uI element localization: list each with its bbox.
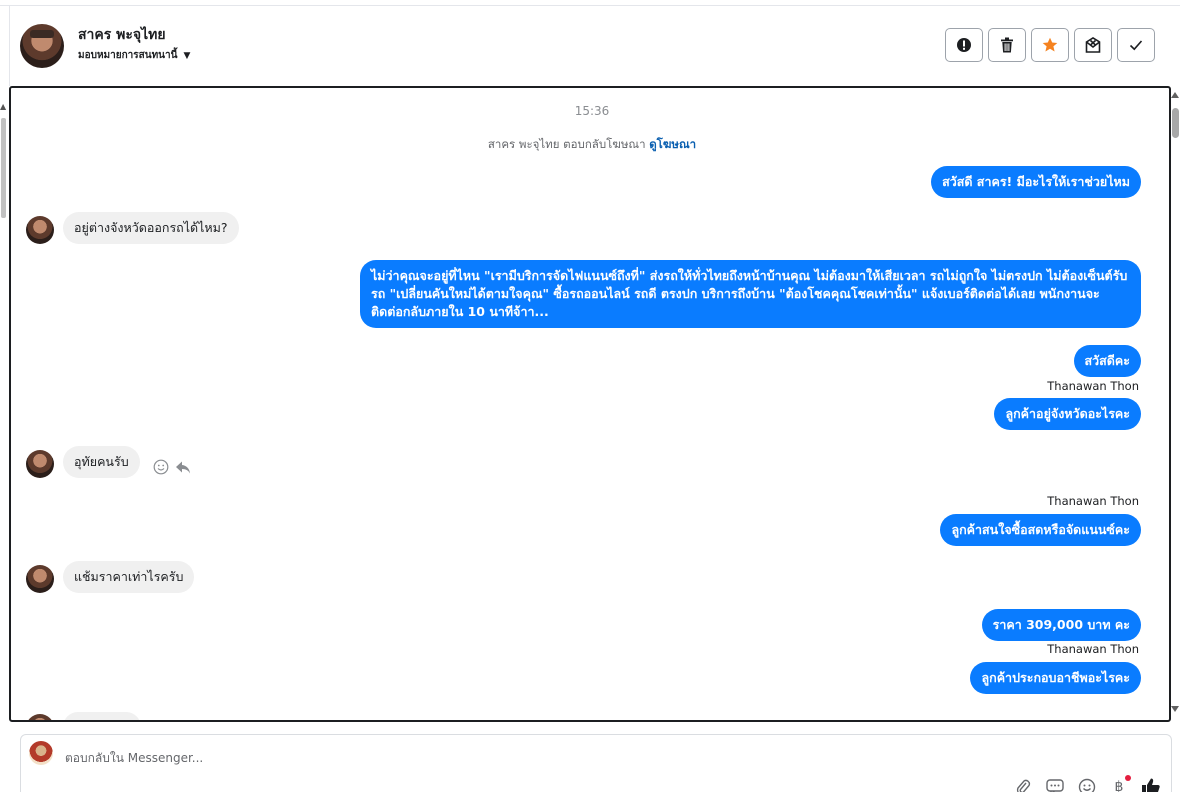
page-avatar [29, 741, 53, 765]
thread-scrollbar[interactable] [1170, 88, 1180, 720]
paperclip-icon[interactable] [1013, 777, 1033, 792]
incoming-message[interactable]: อยู่ต่างจังหวัดออกรถได้ไหม? [63, 212, 239, 244]
ad-reply-notice: สาคร พะจุไทย ตอบกลับโฆษณา ดูโฆษณา [11, 136, 1169, 154]
notification-dot [1125, 775, 1131, 781]
outgoing-message[interactable]: ลูกค้าอยู่จังหวัดอะไรคะ [994, 398, 1141, 430]
scroll-up-icon[interactable] [1171, 92, 1179, 98]
mark-unread-button[interactable] [1074, 28, 1112, 62]
assign-label: มอบหมายการสนทนานี้ [78, 50, 178, 61]
reply-input[interactable]: ตอบกลับใน Messenger... [65, 749, 203, 768]
contact-avatar-small[interactable] [26, 565, 54, 593]
star-button[interactable] [1031, 28, 1069, 62]
star-icon [1042, 37, 1058, 52]
alert-circle-icon [957, 38, 971, 52]
checkmark-icon [1129, 40, 1143, 51]
message-thread[interactable]: 15:36 สาคร พะจุไทย ตอบกลับโฆษณา ดูโฆษณา … [9, 86, 1171, 722]
outgoing-message[interactable]: สวัสดี สาคร! มีอะไรให้เราช่วยไหม [931, 166, 1141, 198]
sender-name: Thanawan Thon [1047, 642, 1139, 656]
left-scroll-thumb[interactable] [1, 118, 6, 218]
outgoing-message[interactable]: ลูกค้าสนใจซื้อสดหรือจัดแนนซ์คะ [940, 514, 1141, 546]
conversation-header: สาคร พะจุไทย มอบหมายการสนทนานี้ ▼ [0, 6, 1180, 86]
inbox-page: สาคร พะจุไทย มอบหมายการสนทนานี้ ▼ ▲ 15:3… [0, 0, 1180, 792]
outgoing-message[interactable]: ลูกค้าประกอบอาชีพอะไรคะ [970, 662, 1141, 694]
scroll-up-arrow-icon[interactable]: ▲ [0, 102, 6, 111]
composer-tools: ฿ [1013, 775, 1161, 792]
thumbs-up-icon[interactable] [1141, 777, 1161, 792]
contact-avatar-small[interactable] [26, 714, 54, 720]
report-button[interactable] [945, 28, 983, 62]
incoming-message[interactable]: แช้มราคาเท่าไรครับ [63, 561, 195, 593]
contact-avatar[interactable] [20, 24, 64, 68]
contact-avatar-small[interactable] [26, 450, 54, 478]
caret-down-icon: ▼ [183, 50, 191, 61]
reply-composer[interactable]: ตอบกลับใน Messenger... ฿ [20, 734, 1172, 792]
outgoing-message[interactable]: ไม่ว่าคุณจะอยู่ที่ไหน "เรามีบริการจัดไฟแ… [360, 260, 1141, 328]
contact-avatar-small[interactable] [26, 216, 54, 244]
header-actions [945, 28, 1155, 62]
scroll-down-icon[interactable] [1171, 706, 1179, 712]
delete-button[interactable] [988, 28, 1026, 62]
incoming-message[interactable]: อุทัยคนรับ [63, 446, 140, 478]
ad-reply-text: สาคร พะจุไทย ตอบกลับโฆษณา [487, 137, 646, 151]
sender-name: Thanawan Thon [1047, 379, 1139, 393]
contact-name[interactable]: สาคร พะจุไทย [78, 24, 166, 46]
sender-name: Thanawan Thon [1047, 494, 1139, 508]
outgoing-message[interactable]: สวัสดีคะ [1073, 345, 1141, 377]
smiley-icon[interactable] [153, 459, 169, 475]
assign-conversation-dropdown[interactable]: มอบหมายการสนทนานี้ ▼ [78, 48, 190, 63]
incoming-message-partial[interactable] [63, 712, 141, 720]
done-button[interactable] [1117, 28, 1155, 62]
baht-icon[interactable]: ฿ [1109, 775, 1131, 792]
thread-timestamp: 15:36 [574, 104, 610, 118]
thread-scroll-thumb[interactable] [1172, 108, 1179, 138]
envelope-x-icon [1085, 37, 1101, 53]
outgoing-message[interactable]: ราคา 309,000 บาท คะ [981, 609, 1141, 641]
left-scrollbar[interactable]: ▲ [0, 88, 6, 720]
trash-icon [1001, 37, 1013, 53]
saved-reply-icon[interactable] [1045, 777, 1065, 792]
message-actions [153, 459, 191, 475]
emoji-icon[interactable] [1077, 777, 1097, 792]
view-ad-link[interactable]: ดูโฆษณา [649, 137, 696, 151]
reply-arrow-icon[interactable] [175, 459, 191, 475]
